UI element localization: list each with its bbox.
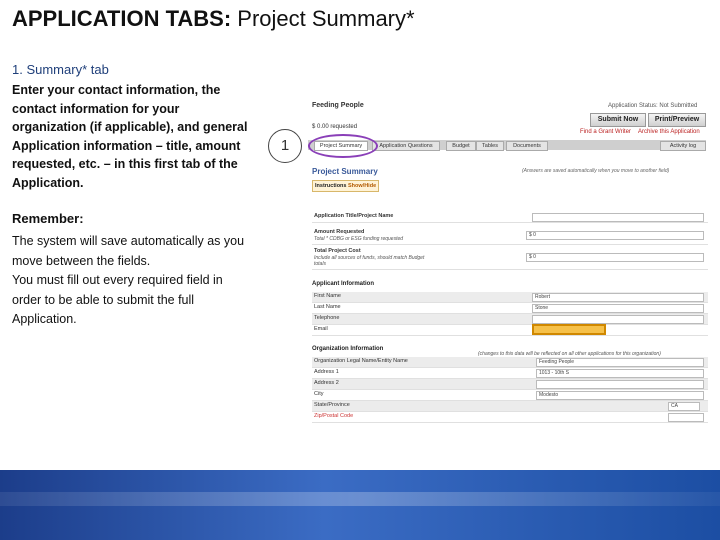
tab-documents[interactable]: Documents [506,141,548,151]
field-label: Amount Requested [314,229,365,235]
field-subtext: Total * CDBG or ESG funding requested [314,236,404,242]
instructions-label: Instructions [315,183,347,189]
footer-band-stripe [0,492,720,506]
org-name: Feeding People [312,102,364,109]
application-status: Application Status: Not Submitted [608,103,698,109]
tab-budget[interactable]: Budget [446,141,476,151]
remember-line-autosave: The system will save automatically as yo… [12,234,245,268]
field-label: Last Name [314,304,341,310]
project-title-input[interactable] [532,213,704,222]
field-label: City [314,391,324,397]
print-preview-button[interactable]: Print/Preview [648,113,706,127]
field-label: Application Title/Project Name [314,213,394,219]
archive-application-link[interactable]: Archive this Application [638,129,700,135]
step-number-badge: 1 [268,129,302,163]
slide-title: APPLICATION TABS: Project Summary* [12,6,415,32]
org-info-heading: Organization Information [312,346,384,352]
amount-requested-input[interactable]: $ 0 [526,231,704,240]
tab-application-questions[interactable]: Application Questions [372,141,440,151]
field-row-first-name: First Name Robert [312,292,708,303]
slide-title-rest: Project Summary* [231,6,415,31]
find-grant-writer-link[interactable]: Find a Grant Writer [580,129,631,135]
field-label: First Name [314,293,341,299]
applicant-info-heading: Applicant Information [312,281,374,287]
address-1-input[interactable]: 1013 - 10th S [536,369,704,378]
field-row-state: State/Province CA [312,401,708,412]
summary-tab-subhead: 1. Summary* tab [12,62,109,77]
total-cost-input[interactable]: $ 0 [526,253,704,262]
remember-heading: Remember: [12,211,84,226]
section-title: Project Summary [312,167,378,176]
slide-title-bold: APPLICATION TABS: [12,6,232,31]
state-select[interactable]: CA [668,402,700,411]
intro-text: Enter your contact information, the cont… [12,83,248,190]
field-row-address-2: Address 2 [312,379,708,390]
field-row-org-legal-name: Organization Legal Name/Entity Name Feed… [312,357,708,368]
email-input[interactable] [532,324,606,335]
remember-text: The system will save automatically as yo… [12,232,248,330]
field-row-amount-requested: Amount Requested Total * CDBG or ESG fun… [312,228,708,245]
field-subtext: Include all sources of funds, should mat… [314,255,425,267]
telephone-input[interactable] [532,315,704,324]
application-screenshot: Feeding People Application Status: Not S… [308,96,708,426]
field-row-telephone: Telephone [312,314,708,325]
city-input[interactable]: Modesto [536,391,704,400]
submit-now-button[interactable]: Submit Now [590,113,646,127]
tab-tables[interactable]: Tables [476,141,504,151]
instructions-toggle[interactable]: Instructions Show/Hide [312,180,380,192]
remember-line-required: You must fill out every required field i… [12,273,223,326]
field-row-last-name: Last Name Stone [312,303,708,314]
field-row-zip: Zip/Postal Code [312,412,708,423]
amount-requested-summary: $ 0.00 requested [312,124,358,130]
field-row-project-title: Application Title/Project Name [312,212,708,223]
field-row-total-project-cost: Total Project Cost Include all sources o… [312,247,708,270]
org-legal-name-input[interactable]: Feeding People [536,358,704,367]
autosave-note: (Answers are saved automatically when yo… [522,168,670,174]
last-name-input[interactable]: Stone [532,304,704,313]
activity-log-link[interactable]: Activity log [660,141,706,151]
first-name-input[interactable]: Robert [532,293,704,302]
tab-highlight-circle [308,134,378,158]
field-label: Email [314,326,328,332]
field-label: Telephone [314,315,340,321]
show-hide-link[interactable]: Show/Hide [348,183,376,189]
zip-input[interactable] [668,413,704,422]
field-row-address-1: Address 1 1013 - 10th S [312,368,708,379]
field-row-city: City Modesto [312,390,708,401]
field-label: Zip/Postal Code [314,413,354,419]
field-label: Organization Legal Name/Entity Name [314,358,408,364]
field-row-email: Email [312,324,708,336]
footer-band [0,470,720,540]
field-label: Address 2 [314,380,339,386]
field-label: Address 1 [314,369,339,375]
address-2-input[interactable] [536,380,704,389]
field-label: Total Project Cost [314,248,361,254]
field-label: State/Province [314,402,350,408]
